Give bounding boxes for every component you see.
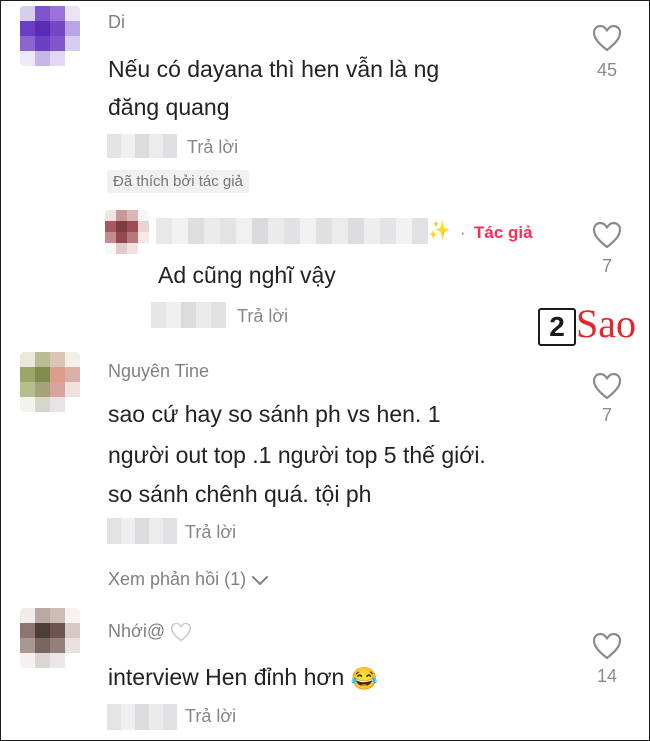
comment-text: interview Hen đỉnh hơn 😂 xyxy=(108,658,378,698)
comment-username[interactable]: Nguyên Tine xyxy=(108,361,209,382)
view-replies-button[interactable]: Xem phản hồi (1) xyxy=(108,569,269,590)
comment-username[interactable]: Nhới@ xyxy=(108,621,192,642)
heart-outline-icon[interactable] xyxy=(592,24,622,52)
laughing-emoji-icon: 😂 xyxy=(350,665,379,691)
watermark-logo: 2 Sao xyxy=(536,300,640,348)
author-tag: Tác giả xyxy=(474,223,533,242)
comment-text-line: so sánh chênh quá. tội ph xyxy=(108,481,372,507)
like-count: 14 xyxy=(596,666,618,686)
watermark-word: Sao xyxy=(576,301,636,346)
liked-by-author-badge: Đã thích bởi tác giả xyxy=(107,170,249,193)
like-count: 45 xyxy=(596,60,618,80)
comment-text-line: sao cứ hay so sánh ph vs hen. 1 xyxy=(108,401,441,427)
heart-outline-icon[interactable] xyxy=(592,372,622,400)
like-count: 7 xyxy=(601,405,612,425)
author-name-redacted[interactable] xyxy=(156,218,428,244)
reply-button[interactable]: Trả lời xyxy=(237,306,288,327)
comment-username-text: Nhới@ xyxy=(108,621,166,641)
date-redacted xyxy=(107,134,177,158)
screenshot-frame xyxy=(0,0,650,741)
comment-text-line: người out top .1 người top 5 thế giới. xyxy=(108,442,486,468)
comment-text-content: interview Hen đỉnh hơn xyxy=(108,664,345,690)
watermark-number: 2 xyxy=(538,308,576,346)
comment-text-line: Nếu có dayana thì hen vẫn là ng xyxy=(108,56,440,82)
sparkle-icon: ✨ xyxy=(428,220,451,240)
reply-button[interactable]: Trả lời xyxy=(185,706,236,727)
view-replies-label: Xem phản hồi (1) xyxy=(108,569,247,589)
date-redacted xyxy=(107,704,177,730)
chevron-down-icon xyxy=(252,576,269,586)
comment-text-line: đăng quang xyxy=(108,94,230,120)
reply-text: Ad cũng nghĩ vậy xyxy=(158,262,336,288)
heart-outline-icon[interactable] xyxy=(592,221,622,249)
like-count: 7 xyxy=(601,256,612,276)
date-redacted xyxy=(151,302,226,328)
avatar-nhoi[interactable] xyxy=(20,608,80,668)
white-heart-icon xyxy=(171,622,192,642)
heart-outline-icon[interactable] xyxy=(592,632,622,660)
reply-button[interactable]: Trả lời xyxy=(187,137,238,158)
reply-button[interactable]: Trả lời xyxy=(185,522,236,543)
avatar-di[interactable] xyxy=(20,6,80,66)
separator-dot: · xyxy=(460,223,466,242)
date-redacted xyxy=(107,518,177,544)
avatar-author[interactable] xyxy=(105,210,149,254)
comment-username[interactable]: Di xyxy=(108,12,125,33)
avatar-nguyen-tine[interactable] xyxy=(20,352,80,412)
